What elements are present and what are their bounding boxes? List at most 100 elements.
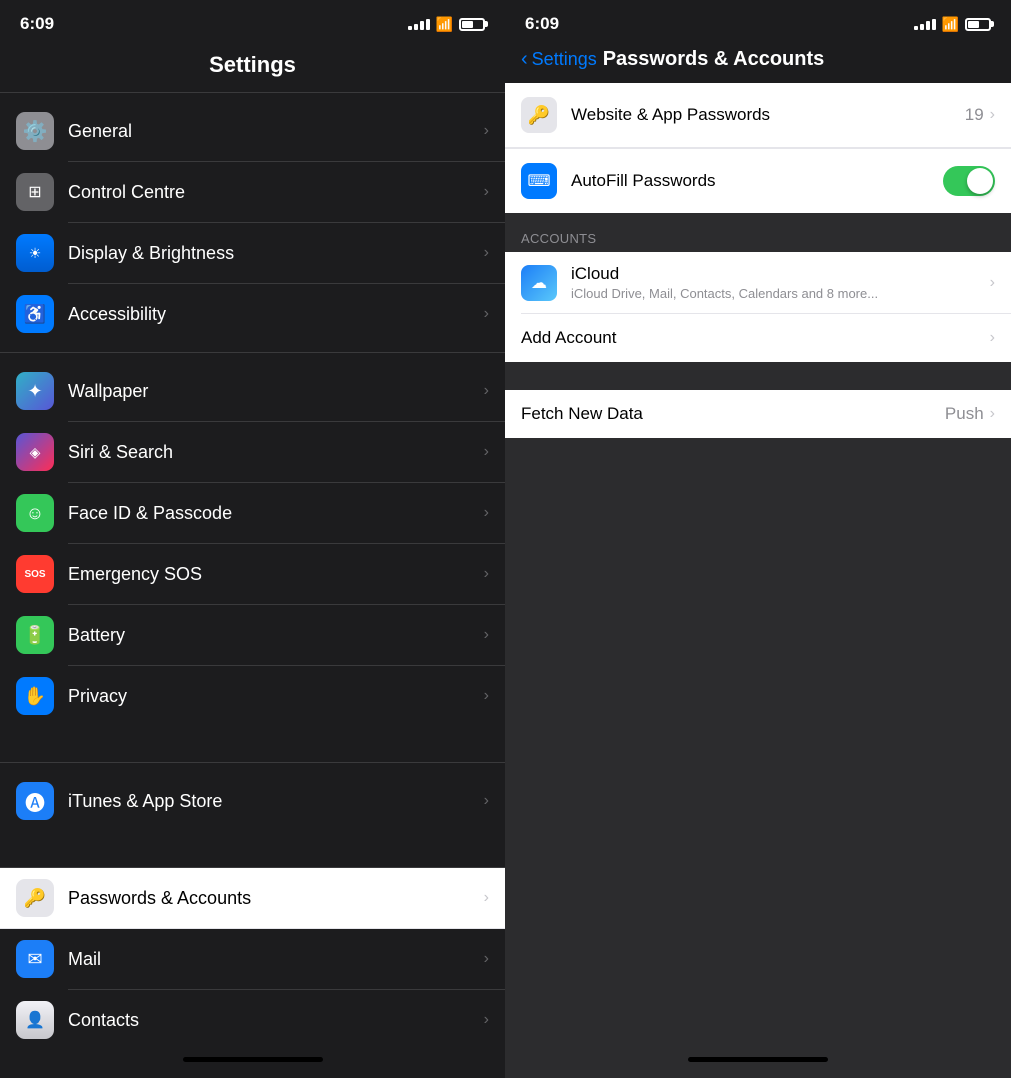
autofill-toggle[interactable] (943, 166, 995, 196)
sidebar-item-passwords[interactable]: 🔑 Passwords & Accounts › (0, 868, 505, 928)
add-account-item[interactable]: Add Account › (505, 314, 1011, 362)
accessibility-label: Accessibility (68, 304, 484, 325)
faceid-label: Face ID & Passcode (68, 503, 484, 524)
settings-list: ⚙️ General › ⊞ Control Centre › ☀ Displa… (0, 93, 505, 1045)
group-spacer-1 (0, 734, 505, 762)
sidebar-item-itunes[interactable]: 🅐 iTunes & App Store › (0, 771, 505, 831)
siri-icon: ◈ (16, 433, 54, 471)
status-icons-left: 📶 (408, 16, 485, 33)
general-icon: ⚙️ (16, 112, 54, 150)
contacts-icon: 👤 (16, 1001, 54, 1039)
mail-label: Mail (68, 949, 484, 970)
wallpaper-chevron: › (484, 382, 489, 400)
siri-chevron: › (484, 443, 489, 461)
passwords-chevron: › (484, 889, 489, 907)
autofill-section: ⌨ AutoFill Passwords (505, 147, 1011, 213)
fetch-item[interactable]: Fetch New Data Push › (505, 390, 1011, 438)
sidebar-item-wallpaper[interactable]: ✦ Wallpaper › (0, 361, 505, 421)
passwords-label: Passwords & Accounts (68, 888, 484, 909)
icloud-chevron: › (990, 274, 995, 292)
mail-chevron: › (484, 950, 489, 968)
sidebar-item-general[interactable]: ⚙️ General › (0, 101, 505, 161)
sidebar-item-siri[interactable]: ◈ Siri & Search › (0, 422, 505, 482)
display-chevron: › (484, 244, 489, 262)
fetch-value: Push (945, 404, 984, 424)
nav-bar-right: ‹ Settings Passwords & Accounts (505, 42, 1011, 83)
sidebar-item-mail[interactable]: ✉ Mail › (0, 929, 505, 989)
battery-icon (459, 18, 485, 31)
home-indicator-right (688, 1057, 828, 1062)
passwords-icon: 🔑 (16, 879, 54, 917)
general-chevron: › (484, 122, 489, 140)
status-bar-left: 6:09 📶 (0, 0, 505, 42)
group-spacer-2 (0, 839, 505, 867)
time-right: 6:09 (525, 14, 559, 34)
icloud-item[interactable]: ☁ iCloud iCloud Drive, Mail, Contacts, C… (505, 252, 1011, 313)
sidebar-item-battery[interactable]: 🔋 Battery › (0, 605, 505, 665)
accessibility-icon: ♿ (16, 295, 54, 333)
privacy-label: Privacy (68, 686, 484, 707)
website-passwords-value: 19 (965, 105, 984, 125)
add-account-label: Add Account (521, 328, 990, 348)
status-bar-right: 6:09 📶 (505, 0, 1011, 42)
icloud-title: iCloud (571, 264, 990, 284)
settings-group-4: 🔑 Passwords & Accounts › ✉ Mail › 👤 Cont… (0, 868, 505, 1045)
battery-icon-right (965, 18, 991, 31)
accounts-header: ACCOUNTS (505, 213, 1011, 252)
wallpaper-icon: ✦ (16, 372, 54, 410)
fetch-chevron: › (990, 405, 995, 423)
faceid-chevron: › (484, 504, 489, 522)
display-icon: ☀ (16, 234, 54, 272)
sidebar-item-contacts[interactable]: 👤 Contacts › (0, 990, 505, 1045)
control-centre-label: Control Centre (68, 182, 484, 203)
battery-label: Battery (68, 625, 484, 646)
sos-label: Emergency SOS (68, 564, 484, 585)
home-indicator-left (183, 1057, 323, 1062)
right-bottom-fill (505, 438, 1011, 638)
autofill-item[interactable]: ⌨ AutoFill Passwords (505, 148, 1011, 213)
battery-settings-icon: 🔋 (16, 616, 54, 654)
sidebar-item-control-centre[interactable]: ⊞ Control Centre › (0, 162, 505, 222)
settings-group-2: ✦ Wallpaper › ◈ Siri & Search › ☺ Face I… (0, 353, 505, 734)
icloud-text: iCloud iCloud Drive, Mail, Contacts, Cal… (571, 264, 990, 301)
website-passwords-section: 🔑 Website & App Passwords 19 › (505, 83, 1011, 147)
bottom-spacer-left (0, 1045, 505, 1078)
itunes-icon: 🅐 (16, 782, 54, 820)
back-button[interactable]: ‹ Settings (521, 48, 597, 71)
sidebar-item-faceid[interactable]: ☺ Face ID & Passcode › (0, 483, 505, 543)
signal-icon (408, 19, 430, 30)
left-panel: 6:09 📶 Settings ⚙️ General › (0, 0, 505, 1078)
right-panel: 6:09 📶 ‹ Settings Passwords & Accounts (505, 0, 1011, 1078)
website-passwords-icon: 🔑 (521, 97, 557, 133)
sidebar-item-sos[interactable]: SOS Emergency SOS › (0, 544, 505, 604)
contacts-chevron: › (484, 1011, 489, 1029)
wifi-icon: 📶 (436, 16, 453, 33)
contacts-label: Contacts (68, 1010, 484, 1031)
fetch-section: Fetch New Data Push › (505, 390, 1011, 438)
sos-chevron: › (484, 565, 489, 583)
website-passwords-item[interactable]: 🔑 Website & App Passwords 19 › (505, 83, 1011, 147)
battery-chevron: › (484, 626, 489, 644)
accounts-group: ☁ iCloud iCloud Drive, Mail, Contacts, C… (505, 252, 1011, 362)
website-passwords-chevron: › (990, 106, 995, 124)
sos-icon: SOS (16, 555, 54, 593)
accessibility-chevron: › (484, 305, 489, 323)
privacy-chevron: › (484, 687, 489, 705)
faceid-icon: ☺ (16, 494, 54, 532)
sidebar-item-privacy[interactable]: ✋ Privacy › (0, 666, 505, 726)
right-page-title: Passwords & Accounts (603, 48, 825, 71)
mail-icon: ✉ (16, 940, 54, 978)
time-left: 6:09 (20, 14, 54, 34)
wifi-icon-right: 📶 (942, 16, 959, 33)
siri-label: Siri & Search (68, 442, 484, 463)
back-label: Settings (532, 49, 597, 70)
itunes-label: iTunes & App Store (68, 791, 484, 812)
add-account-chevron: › (990, 329, 995, 347)
page-title-left: Settings (0, 42, 505, 92)
sidebar-item-accessibility[interactable]: ♿ Accessibility › (0, 284, 505, 344)
sidebar-item-display[interactable]: ☀ Display & Brightness › (0, 223, 505, 283)
display-label: Display & Brightness (68, 243, 484, 264)
autofill-label: AutoFill Passwords (571, 171, 943, 191)
wallpaper-label: Wallpaper (68, 381, 484, 402)
icloud-icon: ☁ (521, 265, 557, 301)
